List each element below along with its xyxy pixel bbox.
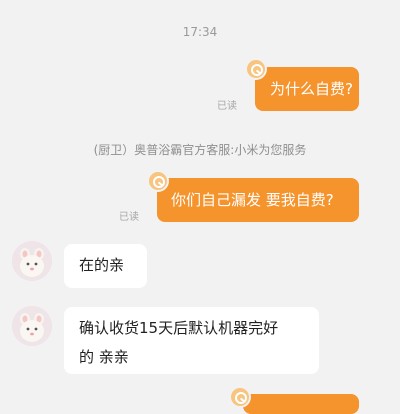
outgoing-message[interactable]: 你们自己漏发 要我自费?	[157, 178, 359, 222]
outgoing-message[interactable]	[243, 394, 359, 414]
customer-badge-icon	[229, 386, 251, 408]
message-text: 在的亲	[79, 256, 125, 274]
service-avatar-icon[interactable]	[12, 241, 52, 281]
outgoing-message[interactable]: 为什么自费?	[255, 67, 359, 111]
service-avatar-icon[interactable]	[12, 306, 52, 346]
message-line: 确认收货15天后默认机器完好	[79, 319, 279, 337]
message-line: 的 亲亲	[79, 348, 129, 366]
read-status: 已读	[119, 212, 139, 223]
chat-timestamp: 17:34	[182, 25, 218, 39]
incoming-message[interactable]: 确认收货15天后默认机器完好 的 亲亲	[64, 307, 319, 374]
read-status: 已读	[217, 101, 237, 112]
message-text: 你们自己漏发 要我自费?	[171, 191, 334, 209]
service-notice: (厨卫）奥普浴霸官方客服:小米为您服务	[93, 143, 307, 157]
message-text: 为什么自费?	[270, 80, 353, 98]
customer-badge-icon	[147, 170, 169, 192]
customer-badge-icon	[245, 58, 267, 80]
incoming-message[interactable]: 在的亲	[64, 244, 147, 288]
